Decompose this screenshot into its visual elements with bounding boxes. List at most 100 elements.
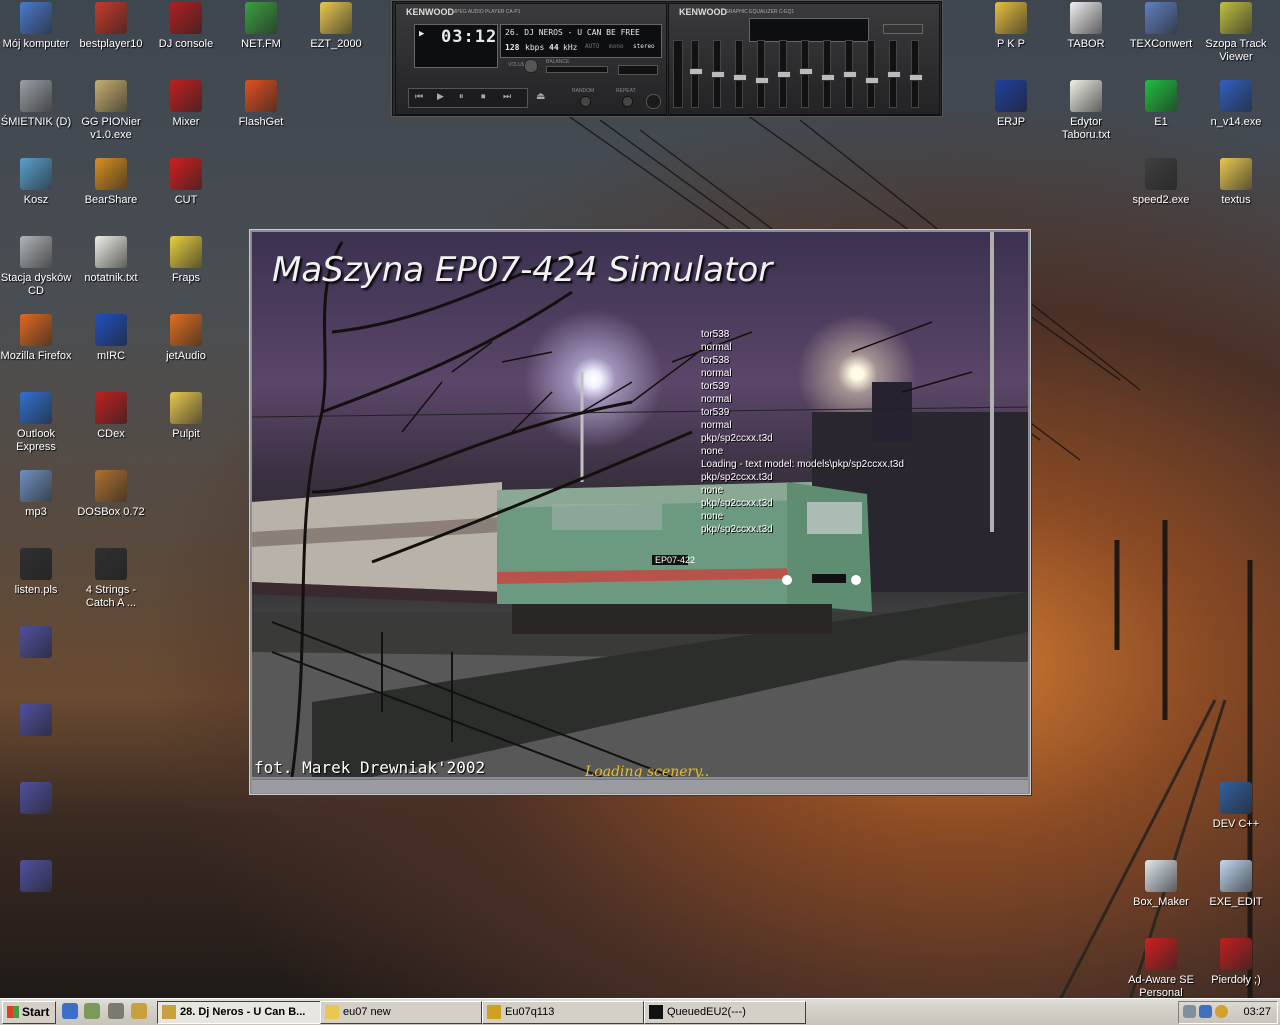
jetaudio-icon xyxy=(170,314,202,346)
desktop-icon-cut[interactable]: CUT xyxy=(148,158,224,207)
loading-progress-bar xyxy=(252,779,1028,793)
desktop-icon-pierdo-y[interactable]: Pierdoły ;) xyxy=(1198,938,1274,987)
desktop-icon-box-maker[interactable]: Box_Maker xyxy=(1123,860,1199,909)
eq-band-slider[interactable] xyxy=(865,40,879,108)
taskbar-task-button[interactable]: QueuedEU2(---) xyxy=(644,1001,806,1024)
taskbar-clock[interactable]: 03:27 xyxy=(1243,1002,1271,1023)
eq-slider-knob[interactable] xyxy=(821,74,835,81)
desktop-icon-notatnik-txt[interactable]: notatnik.txt xyxy=(73,236,149,285)
desktop-icon-mozilla-firefox[interactable]: Mozilla Firefox xyxy=(0,314,74,363)
desktop-icon-pulpit[interactable]: Pulpit xyxy=(148,392,224,441)
desktop-icon-kosz[interactable]: Kosz xyxy=(0,158,74,207)
desktop-icon-dev-c[interactable]: DEV C++ xyxy=(1198,782,1274,831)
desktop-icon-mp3[interactable]: mp3 xyxy=(0,470,74,519)
desktop-icon-cdex[interactable]: CDex xyxy=(73,392,149,441)
desktop-icon-left-25[interactable] xyxy=(0,626,74,662)
desktop-icon-e1[interactable]: E1 xyxy=(1123,80,1199,129)
eq-slider-knob[interactable] xyxy=(733,74,747,81)
desktop-icon-dosbox-0-72[interactable]: DOSBox 0.72 xyxy=(73,470,149,519)
tray-monitor-icon[interactable] xyxy=(1199,1005,1212,1018)
media-player-window[interactable]: KENWOOD MPEG AUDIO PLAYER CA-P1 ▶ 03:12 … xyxy=(391,0,943,117)
eq-band-slider[interactable] xyxy=(799,40,813,108)
eq-band-slider[interactable] xyxy=(909,40,923,108)
desktop-icon-textus[interactable]: textus xyxy=(1198,158,1274,207)
quicklaunch-ie-icon[interactable] xyxy=(62,1003,78,1019)
start-button[interactable]: Start xyxy=(2,1001,56,1024)
recycle-bin-icon-graphic xyxy=(20,158,52,190)
stop-button[interactable]: ⏹ xyxy=(481,91,486,102)
desktop-icon-szopa-track-viewer[interactable]: Szopa Track Viewer xyxy=(1198,2,1274,64)
desktop-icon-bestplayer10[interactable]: bestplayer10 xyxy=(73,2,149,51)
playlist-button[interactable] xyxy=(618,65,658,75)
tray-app-icon[interactable] xyxy=(1215,1005,1228,1018)
next-button[interactable]: ⏭ xyxy=(503,91,511,102)
taskbar-task-button[interactable]: eu07 new xyxy=(320,1001,482,1024)
quicklaunch-browser-icon[interactable] xyxy=(84,1003,100,1019)
desktop-icon-jetaudio[interactable]: jetAudio xyxy=(148,314,224,363)
desktop-icon-mietnik-d[interactable]: ŚMIETNIK (D) xyxy=(0,80,74,129)
eq-band-slider[interactable] xyxy=(755,40,769,108)
desktop-icon-mixer[interactable]: Mixer xyxy=(148,80,224,129)
eq-band-slider[interactable] xyxy=(689,40,703,108)
desktop-icon-m-j-komputer[interactable]: Mój komputer xyxy=(0,2,74,51)
eq-band-slider[interactable] xyxy=(711,40,725,108)
desktop-icon-ad-aware-se-personal[interactable]: Ad-Aware SE Personal xyxy=(1123,938,1199,1000)
desktop-icon-ezt-2000[interactable]: EZT_2000 xyxy=(298,2,374,51)
balance-slider[interactable] xyxy=(546,66,608,73)
desktop-icon-left-28[interactable] xyxy=(0,860,74,896)
desktop-icon-stacja-dysk-w-cd[interactable]: Stacja dysków CD xyxy=(0,236,74,298)
box-maker-icon xyxy=(1145,860,1177,892)
eq-band-slider[interactable] xyxy=(887,40,901,108)
desktop-icon-p-k-p[interactable]: P K P xyxy=(973,2,1049,51)
quicklaunch-winamp-icon[interactable] xyxy=(131,1003,147,1019)
desktop-icon-left-27[interactable] xyxy=(0,782,74,818)
quicklaunch-antenna-icon[interactable] xyxy=(108,1003,124,1019)
desktop-icon-4-strings-catch-a[interactable]: 4 Strings - Catch A ... xyxy=(73,548,149,610)
eq-band-slider[interactable] xyxy=(733,40,747,108)
train-photo-illustration: EP07-422 xyxy=(252,232,1028,777)
eq-slider-knob[interactable] xyxy=(711,71,725,78)
desktop-icon-dj-console[interactable]: DJ console xyxy=(148,2,224,51)
desktop-icon-speed2-exe[interactable]: speed2.exe xyxy=(1123,158,1199,207)
eq-slider-knob[interactable] xyxy=(887,71,901,78)
desktop-icon-texconwert[interactable]: TEXConwert xyxy=(1123,2,1199,51)
desktop-icon-mirc[interactable]: mIRC xyxy=(73,314,149,363)
eq-band-slider[interactable] xyxy=(777,40,791,108)
pause-button[interactable]: ⏸ xyxy=(459,91,464,102)
tray-network-icon[interactable] xyxy=(1183,1005,1196,1018)
desktop-icon-left-26[interactable] xyxy=(0,704,74,740)
desktop-icon-edytor-taboru-txt[interactable]: Edytor Taboru.txt xyxy=(1048,80,1124,142)
desktop-icon-listen-pls[interactable]: listen.pls xyxy=(0,548,74,597)
simulator-splash-window[interactable]: EP07-422 MaSzyna EP07-424 Simulator tor5… xyxy=(249,229,1031,795)
volume-knob[interactable] xyxy=(524,59,538,73)
desktop-icon-erjp[interactable]: ERJP xyxy=(973,80,1049,129)
taskbar-task-button[interactable]: 28. Dj Neros - U Can B... xyxy=(157,1001,321,1024)
desktop-icon-flashget[interactable]: FlashGet xyxy=(223,80,299,129)
fraps-icon xyxy=(170,236,202,268)
desktop-icon-fraps[interactable]: Fraps xyxy=(148,236,224,285)
eq-slider-knob[interactable] xyxy=(843,71,857,78)
eq-band-slider[interactable] xyxy=(843,40,857,108)
desktop-icon-tabor[interactable]: TABOR xyxy=(1048,2,1124,51)
repeat-toggle[interactable] xyxy=(622,96,633,107)
play-button[interactable]: ▶ xyxy=(437,91,444,102)
desktop-icon-gg-pionier-v1-0-exe[interactable]: GG PIONier v1.0.exe xyxy=(73,80,149,142)
eq-slider-knob[interactable] xyxy=(909,74,923,81)
eject-button[interactable]: ⏏ xyxy=(536,91,545,102)
desktop-icon-exe-edit[interactable]: EXE_EDIT xyxy=(1198,860,1274,909)
desktop-icon-n-v14-exe[interactable]: n_v14.exe xyxy=(1198,80,1274,129)
eq-band-slider[interactable] xyxy=(821,40,835,108)
desktop-icon-bearshare[interactable]: BearShare xyxy=(73,158,149,207)
desktop-icon-net-fm[interactable]: NET.FM xyxy=(223,2,299,51)
random-toggle[interactable] xyxy=(580,96,591,107)
power-button[interactable] xyxy=(646,94,661,109)
eq-slider-knob[interactable] xyxy=(799,68,813,75)
desktop-icon-outlook-express[interactable]: Outlook Express xyxy=(0,392,74,454)
eq-slider-knob[interactable] xyxy=(865,77,879,84)
eq-slider-knob[interactable] xyxy=(689,68,703,75)
previous-button[interactable]: ⏮ xyxy=(415,91,423,102)
taskbar-task-button[interactable]: Eu07q113 xyxy=(482,1001,644,1024)
eq-preset-button[interactable] xyxy=(883,24,923,34)
eq-slider-knob[interactable] xyxy=(777,71,791,78)
eq-slider-knob[interactable] xyxy=(755,77,769,84)
